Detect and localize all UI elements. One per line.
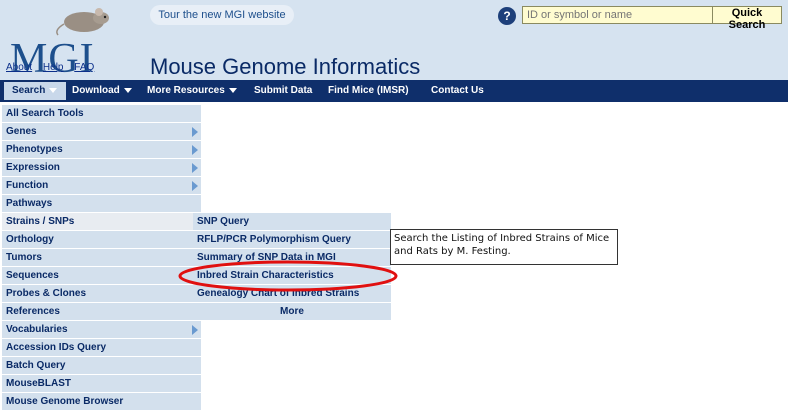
menu-item-probes-clones[interactable]: Probes & Clones xyxy=(2,285,201,302)
about-link[interactable]: About xyxy=(6,62,32,73)
submenu-item-snp-query[interactable]: SNP Query xyxy=(193,213,391,230)
chevron-right-icon xyxy=(192,145,198,155)
menu-item-all-search-tools[interactable]: All Search Tools xyxy=(2,105,201,122)
menu-item-genes[interactable]: Genes xyxy=(2,123,201,140)
menu-item-phenotypes[interactable]: Phenotypes xyxy=(2,141,201,158)
nav-search-label: Search xyxy=(12,85,46,96)
menu-item-label: Function xyxy=(6,180,49,191)
menu-item-references[interactable]: References xyxy=(2,303,201,320)
help-icon[interactable]: ? xyxy=(498,7,516,25)
nav-submit-data[interactable]: Submit Data xyxy=(254,80,312,102)
chevron-right-icon xyxy=(192,163,198,173)
menu-item-sequences[interactable]: Sequences xyxy=(2,267,201,284)
chevron-right-icon xyxy=(192,127,198,137)
logo-text: MGI xyxy=(10,36,95,82)
menu-item-label: Expression xyxy=(6,162,60,173)
tour-new-site-link[interactable]: Tour the new MGI website xyxy=(150,5,294,25)
page-title: Mouse Genome Informatics xyxy=(150,54,421,79)
menu-item-mouse-genome-browser[interactable]: Mouse Genome Browser xyxy=(2,393,201,410)
chevron-down-icon xyxy=(49,87,58,93)
menu-item-strains-snps[interactable]: Strains / SNPs xyxy=(2,213,201,230)
submenu-item-rflp-pcr[interactable]: RFLP/PCR Polymorphism Query xyxy=(193,231,391,248)
main-nav: Search Download More Resources Submit Da… xyxy=(0,80,788,102)
menu-item-vocabularies[interactable]: Vocabularies xyxy=(2,321,201,338)
menu-item-function[interactable]: Function xyxy=(2,177,201,194)
mouse-logo-icon xyxy=(56,8,109,36)
nav-download-label: Download xyxy=(72,85,120,96)
nav-search[interactable]: Search xyxy=(4,82,66,100)
quick-search-input[interactable] xyxy=(522,6,714,24)
mgi-logo[interactable]: MGI xyxy=(4,8,109,80)
chevron-down-icon xyxy=(228,87,237,93)
quick-search-button[interactable]: Quick Search xyxy=(712,6,782,31)
menu-item-batch-query[interactable]: Batch Query xyxy=(2,357,201,374)
nav-contact-us[interactable]: Contact Us xyxy=(431,80,484,102)
site-header: MGI About Help FAQ Mouse Genome Informat… xyxy=(0,0,788,80)
nav-find-mice[interactable]: Find Mice (IMSR) xyxy=(328,80,409,102)
nav-more-resources-label: More Resources xyxy=(147,85,225,96)
menu-item-orthology[interactable]: Orthology xyxy=(2,231,201,248)
menu-item-pathways[interactable]: Pathways xyxy=(2,195,201,212)
menu-item-accession-ids[interactable]: Accession IDs Query xyxy=(2,339,201,356)
faq-link[interactable]: FAQ xyxy=(74,62,94,73)
chevron-down-icon xyxy=(123,87,132,93)
menu-item-mouseblast[interactable]: MouseBLAST xyxy=(2,375,201,392)
help-link[interactable]: Help xyxy=(43,62,64,73)
chevron-right-icon xyxy=(192,325,198,335)
menu-item-tumors[interactable]: Tumors xyxy=(2,249,201,266)
submenu-item-more[interactable]: More xyxy=(193,303,391,320)
search-menu: All Search Tools Genes Phenotypes Expres… xyxy=(2,105,201,411)
menu-item-label: Genes xyxy=(6,126,37,137)
menu-item-label: Phenotypes xyxy=(6,144,63,155)
menu-item-label: Vocabularies xyxy=(6,324,68,335)
nav-download[interactable]: Download xyxy=(72,80,132,102)
tooltip: Search the Listing of Inbred Strains of … xyxy=(390,229,618,265)
chevron-right-icon xyxy=(192,181,198,191)
red-highlight-ellipse xyxy=(178,260,398,292)
nav-more-resources[interactable]: More Resources xyxy=(147,80,237,102)
menu-item-expression[interactable]: Expression xyxy=(2,159,201,176)
header-links: About Help FAQ xyxy=(6,62,102,73)
